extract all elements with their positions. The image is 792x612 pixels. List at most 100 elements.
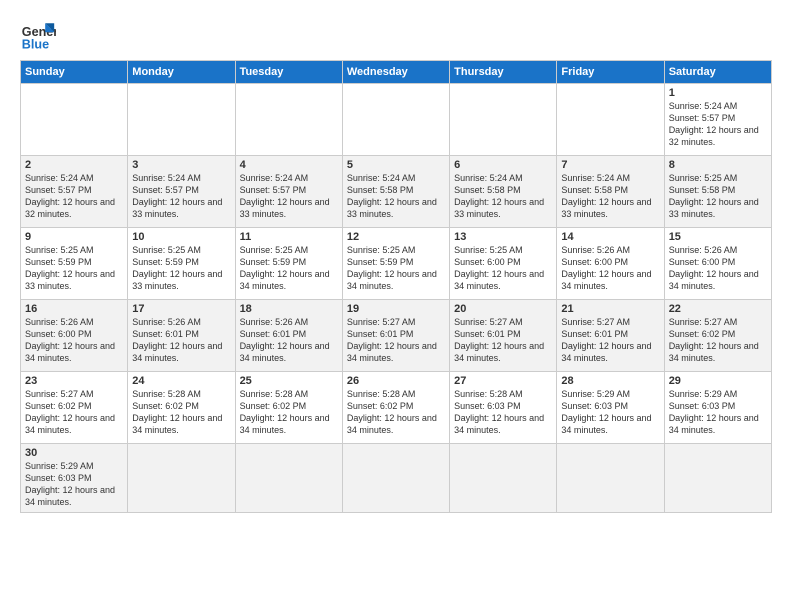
day-info: Sunrise: 5:27 AM Sunset: 6:01 PM Dayligh… — [454, 316, 552, 365]
calendar-cell: 7Sunrise: 5:24 AM Sunset: 5:58 PM Daylig… — [557, 156, 664, 228]
week-row-0: 1Sunrise: 5:24 AM Sunset: 5:57 PM Daylig… — [21, 84, 772, 156]
day-number: 1 — [669, 87, 767, 99]
day-info: Sunrise: 5:25 AM Sunset: 6:00 PM Dayligh… — [454, 244, 552, 293]
day-number: 7 — [561, 159, 659, 171]
calendar-cell: 17Sunrise: 5:26 AM Sunset: 6:01 PM Dayli… — [128, 300, 235, 372]
day-info: Sunrise: 5:28 AM Sunset: 6:02 PM Dayligh… — [132, 388, 230, 437]
calendar-cell: 1Sunrise: 5:24 AM Sunset: 5:57 PM Daylig… — [664, 84, 771, 156]
calendar-cell: 21Sunrise: 5:27 AM Sunset: 6:01 PM Dayli… — [557, 300, 664, 372]
day-info: Sunrise: 5:26 AM Sunset: 6:01 PM Dayligh… — [132, 316, 230, 365]
calendar-cell — [450, 84, 557, 156]
day-info: Sunrise: 5:25 AM Sunset: 5:59 PM Dayligh… — [240, 244, 338, 293]
week-row-5: 30Sunrise: 5:29 AM Sunset: 6:03 PM Dayli… — [21, 444, 772, 513]
day-info: Sunrise: 5:27 AM Sunset: 6:02 PM Dayligh… — [25, 388, 123, 437]
day-number: 29 — [669, 375, 767, 387]
day-info: Sunrise: 5:28 AM Sunset: 6:02 PM Dayligh… — [240, 388, 338, 437]
calendar-cell: 18Sunrise: 5:26 AM Sunset: 6:01 PM Dayli… — [235, 300, 342, 372]
week-row-3: 16Sunrise: 5:26 AM Sunset: 6:00 PM Dayli… — [21, 300, 772, 372]
day-info: Sunrise: 5:27 AM Sunset: 6:02 PM Dayligh… — [669, 316, 767, 365]
calendar-cell — [128, 444, 235, 513]
calendar-cell: 29Sunrise: 5:29 AM Sunset: 6:03 PM Dayli… — [664, 372, 771, 444]
calendar-cell: 6Sunrise: 5:24 AM Sunset: 5:58 PM Daylig… — [450, 156, 557, 228]
day-info: Sunrise: 5:24 AM Sunset: 5:58 PM Dayligh… — [454, 172, 552, 221]
day-number: 15 — [669, 231, 767, 243]
weekday-header-tuesday: Tuesday — [235, 61, 342, 84]
week-row-4: 23Sunrise: 5:27 AM Sunset: 6:02 PM Dayli… — [21, 372, 772, 444]
day-info: Sunrise: 5:26 AM Sunset: 6:00 PM Dayligh… — [561, 244, 659, 293]
day-info: Sunrise: 5:24 AM Sunset: 5:57 PM Dayligh… — [240, 172, 338, 221]
day-number: 25 — [240, 375, 338, 387]
day-number: 17 — [132, 303, 230, 315]
weekday-header-sunday: Sunday — [21, 61, 128, 84]
day-number: 13 — [454, 231, 552, 243]
calendar-cell: 23Sunrise: 5:27 AM Sunset: 6:02 PM Dayli… — [21, 372, 128, 444]
calendar-cell: 19Sunrise: 5:27 AM Sunset: 6:01 PM Dayli… — [342, 300, 449, 372]
calendar-cell: 11Sunrise: 5:25 AM Sunset: 5:59 PM Dayli… — [235, 228, 342, 300]
week-row-1: 2Sunrise: 5:24 AM Sunset: 5:57 PM Daylig… — [21, 156, 772, 228]
logo-icon: General Blue — [20, 16, 56, 52]
calendar-cell: 25Sunrise: 5:28 AM Sunset: 6:02 PM Dayli… — [235, 372, 342, 444]
day-number: 9 — [25, 231, 123, 243]
calendar-cell — [235, 84, 342, 156]
calendar-cell: 5Sunrise: 5:24 AM Sunset: 5:58 PM Daylig… — [342, 156, 449, 228]
day-number: 4 — [240, 159, 338, 171]
day-number: 24 — [132, 375, 230, 387]
calendar-cell: 13Sunrise: 5:25 AM Sunset: 6:00 PM Dayli… — [450, 228, 557, 300]
calendar-cell: 15Sunrise: 5:26 AM Sunset: 6:00 PM Dayli… — [664, 228, 771, 300]
weekday-header-row: SundayMondayTuesdayWednesdayThursdayFrid… — [21, 61, 772, 84]
header: General Blue — [20, 16, 772, 52]
calendar-cell — [664, 444, 771, 513]
day-info: Sunrise: 5:24 AM Sunset: 5:57 PM Dayligh… — [25, 172, 123, 221]
day-number: 21 — [561, 303, 659, 315]
day-number: 8 — [669, 159, 767, 171]
calendar-cell — [342, 84, 449, 156]
day-number: 10 — [132, 231, 230, 243]
day-number: 20 — [454, 303, 552, 315]
day-number: 5 — [347, 159, 445, 171]
calendar-cell: 30Sunrise: 5:29 AM Sunset: 6:03 PM Dayli… — [21, 444, 128, 513]
day-info: Sunrise: 5:26 AM Sunset: 6:01 PM Dayligh… — [240, 316, 338, 365]
day-info: Sunrise: 5:29 AM Sunset: 6:03 PM Dayligh… — [25, 460, 123, 509]
weekday-header-monday: Monday — [128, 61, 235, 84]
logo: General Blue — [20, 16, 56, 52]
calendar-cell: 26Sunrise: 5:28 AM Sunset: 6:02 PM Dayli… — [342, 372, 449, 444]
calendar-cell — [342, 444, 449, 513]
day-number: 22 — [669, 303, 767, 315]
calendar-cell — [235, 444, 342, 513]
calendar-cell: 28Sunrise: 5:29 AM Sunset: 6:03 PM Dayli… — [557, 372, 664, 444]
day-info: Sunrise: 5:24 AM Sunset: 5:57 PM Dayligh… — [132, 172, 230, 221]
calendar-cell: 3Sunrise: 5:24 AM Sunset: 5:57 PM Daylig… — [128, 156, 235, 228]
calendar-cell: 16Sunrise: 5:26 AM Sunset: 6:00 PM Dayli… — [21, 300, 128, 372]
calendar-cell: 14Sunrise: 5:26 AM Sunset: 6:00 PM Dayli… — [557, 228, 664, 300]
day-info: Sunrise: 5:26 AM Sunset: 6:00 PM Dayligh… — [25, 316, 123, 365]
day-number: 12 — [347, 231, 445, 243]
day-info: Sunrise: 5:25 AM Sunset: 5:59 PM Dayligh… — [132, 244, 230, 293]
day-number: 23 — [25, 375, 123, 387]
day-info: Sunrise: 5:27 AM Sunset: 6:01 PM Dayligh… — [347, 316, 445, 365]
day-number: 30 — [25, 447, 123, 459]
weekday-header-thursday: Thursday — [450, 61, 557, 84]
day-number: 3 — [132, 159, 230, 171]
calendar-cell: 8Sunrise: 5:25 AM Sunset: 5:58 PM Daylig… — [664, 156, 771, 228]
day-info: Sunrise: 5:24 AM Sunset: 5:58 PM Dayligh… — [347, 172, 445, 221]
calendar-cell: 12Sunrise: 5:25 AM Sunset: 5:59 PM Dayli… — [342, 228, 449, 300]
day-info: Sunrise: 5:25 AM Sunset: 5:59 PM Dayligh… — [347, 244, 445, 293]
weekday-header-wednesday: Wednesday — [342, 61, 449, 84]
calendar-cell: 20Sunrise: 5:27 AM Sunset: 6:01 PM Dayli… — [450, 300, 557, 372]
weekday-header-saturday: Saturday — [664, 61, 771, 84]
day-number: 26 — [347, 375, 445, 387]
calendar-cell: 10Sunrise: 5:25 AM Sunset: 5:59 PM Dayli… — [128, 228, 235, 300]
calendar-cell — [450, 444, 557, 513]
calendar-cell: 4Sunrise: 5:24 AM Sunset: 5:57 PM Daylig… — [235, 156, 342, 228]
calendar-cell — [557, 444, 664, 513]
calendar-cell — [557, 84, 664, 156]
day-number: 6 — [454, 159, 552, 171]
calendar-cell: 2Sunrise: 5:24 AM Sunset: 5:57 PM Daylig… — [21, 156, 128, 228]
day-info: Sunrise: 5:24 AM Sunset: 5:57 PM Dayligh… — [669, 100, 767, 149]
calendar-cell: 27Sunrise: 5:28 AM Sunset: 6:03 PM Dayli… — [450, 372, 557, 444]
calendar-cell: 24Sunrise: 5:28 AM Sunset: 6:02 PM Dayli… — [128, 372, 235, 444]
day-info: Sunrise: 5:26 AM Sunset: 6:00 PM Dayligh… — [669, 244, 767, 293]
day-info: Sunrise: 5:25 AM Sunset: 5:59 PM Dayligh… — [25, 244, 123, 293]
day-info: Sunrise: 5:28 AM Sunset: 6:02 PM Dayligh… — [347, 388, 445, 437]
svg-text:Blue: Blue — [22, 37, 49, 51]
